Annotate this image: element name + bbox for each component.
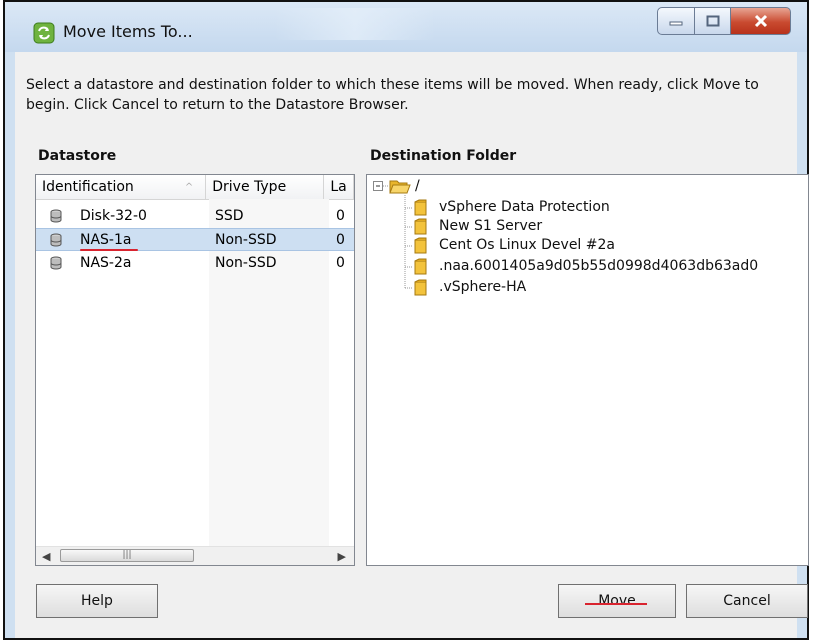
database-icon	[50, 233, 62, 247]
datastore-list[interactable]: Identification ^ Drive Type La Disk-32-0…	[35, 174, 355, 566]
window-title: Move Items To...	[63, 22, 193, 41]
horizontal-scrollbar[interactable]: ◀ ||| ▶	[36, 546, 354, 565]
folder-item[interactable]: New S1 Server	[439, 217, 542, 235]
help-button[interactable]: Help	[36, 584, 158, 618]
cancel-button[interactable]: Cancel	[686, 584, 808, 618]
cancel-button-label: Cancel	[723, 593, 771, 609]
minimize-button[interactable]	[657, 7, 695, 35]
table-row-selected[interactable]: NAS-1a Non-SSD 0	[36, 228, 354, 251]
folder-icon	[414, 279, 427, 296]
column-header-label: Identification	[42, 179, 134, 195]
title-bar[interactable]: Move Items To...	[5, 2, 807, 52]
sort-indicator-icon: ^	[184, 182, 194, 193]
datastore-drive-type: Non-SSD	[215, 232, 277, 248]
minimize-icon	[669, 21, 683, 26]
folder-tree-lines	[373, 181, 413, 289]
scroll-right-arrow-icon[interactable]: ▶	[338, 550, 346, 563]
column-header-label: Drive Type	[212, 179, 287, 195]
folder-item[interactable]: vSphere Data Protection	[439, 198, 610, 216]
open-folder-icon	[389, 180, 411, 194]
table-row[interactable]: NAS-2a Non-SSD 0	[36, 252, 354, 275]
maximize-button[interactable]	[695, 7, 731, 35]
folder-item[interactable]: .naa.6001405a9d05b55d0998d4063db63ad0	[439, 257, 758, 275]
close-icon	[754, 14, 767, 28]
maximize-icon	[706, 15, 719, 27]
help-button-label: Help	[81, 593, 113, 609]
folder-icon	[414, 218, 427, 235]
instructions-text: Select a datastore and destination folde…	[26, 77, 759, 113]
datastore-drive-type: Non-SSD	[215, 255, 277, 271]
folder-root-label[interactable]: /	[415, 177, 420, 195]
selection-highlight-underline	[80, 249, 138, 251]
folder-icon	[414, 199, 427, 216]
column-header-truncated[interactable]: La	[324, 175, 354, 199]
title-bar-glow	[275, 8, 435, 40]
database-icon	[50, 256, 62, 270]
datastore-extra: 0	[336, 208, 345, 224]
scroll-left-arrow-icon[interactable]: ◀	[42, 550, 50, 563]
datastore-label: Datastore	[38, 148, 117, 164]
move-button[interactable]: Move	[558, 584, 676, 618]
folder-item[interactable]: Cent Os Linux Devel #2a	[439, 236, 615, 254]
refresh-arrows-icon	[33, 22, 55, 44]
datastore-extra: 0	[336, 232, 345, 248]
close-button[interactable]	[731, 7, 791, 35]
move-button-label: Move	[598, 593, 636, 609]
column-header-label: La	[330, 179, 347, 195]
folder-item[interactable]: .vSphere-HA	[439, 278, 526, 296]
destination-folder-tree[interactable]: / vSphere Data Protection New S1 Server …	[366, 174, 809, 566]
column-header-drive-type[interactable]: Drive Type	[206, 175, 325, 199]
destination-folder-label: Destination Folder	[370, 148, 517, 164]
table-row[interactable]: Disk-32-0 SSD 0	[36, 205, 354, 228]
move-button-underline	[585, 603, 647, 605]
datastore-identification: NAS-2a	[80, 255, 132, 271]
database-icon	[50, 209, 62, 223]
datastore-extra: 0	[336, 255, 345, 271]
folder-icon	[414, 237, 427, 254]
folder-icon	[414, 258, 427, 275]
column-header-identification[interactable]: Identification ^	[36, 175, 207, 199]
datastore-drive-type: SSD	[215, 208, 244, 224]
scrollbar-thumb[interactable]: |||	[60, 549, 194, 562]
datastore-identification: Disk-32-0	[80, 208, 147, 224]
datastore-list-header: Identification ^ Drive Type La	[36, 175, 354, 200]
